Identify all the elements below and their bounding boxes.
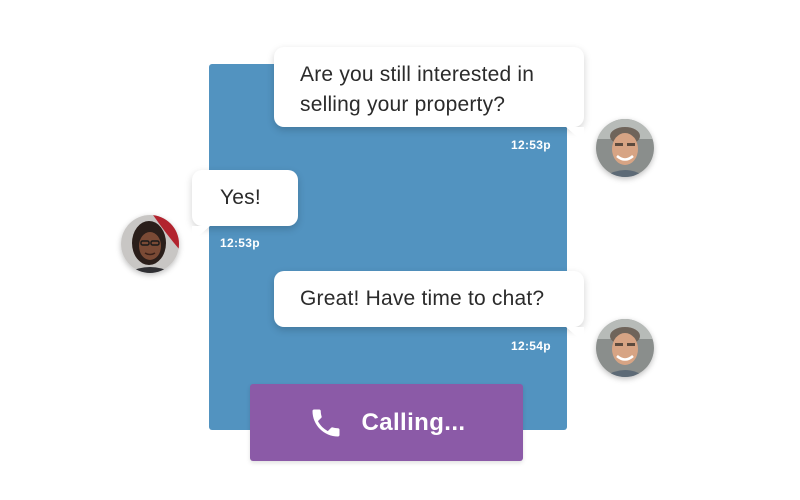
message-text: Great! Have time to chat?	[300, 287, 545, 310]
agent-avatar	[596, 119, 654, 177]
message-timestamp: 12:53p	[511, 138, 551, 152]
message-bubble-agent: Great! Have time to chat?	[274, 271, 584, 343]
message-bubble-client: Yes!	[192, 170, 298, 242]
agent-avatar-image	[596, 319, 654, 377]
message-timestamp: 12:54p	[511, 339, 551, 353]
message-timestamp: 12:53p	[220, 236, 260, 250]
agent-avatar	[596, 319, 654, 377]
message-text-line: Are you still interested in	[300, 63, 535, 86]
calling-label: Calling...	[361, 408, 466, 436]
chat-illustration: Are you still interested in selling your…	[0, 0, 800, 500]
agent-avatar-image	[596, 119, 654, 177]
calling-button[interactable]: Calling...	[250, 384, 523, 461]
message-text: Yes!	[220, 186, 261, 209]
bubble-tail	[566, 327, 584, 343]
bubble-tail	[192, 226, 210, 242]
client-avatar-image	[121, 215, 179, 273]
message-text-line: selling your property?	[300, 93, 506, 116]
phone-icon	[307, 404, 345, 442]
bubble-tail	[566, 127, 584, 143]
client-avatar	[121, 215, 179, 273]
message-bubble-agent: Are you still interested in selling your…	[274, 47, 584, 143]
